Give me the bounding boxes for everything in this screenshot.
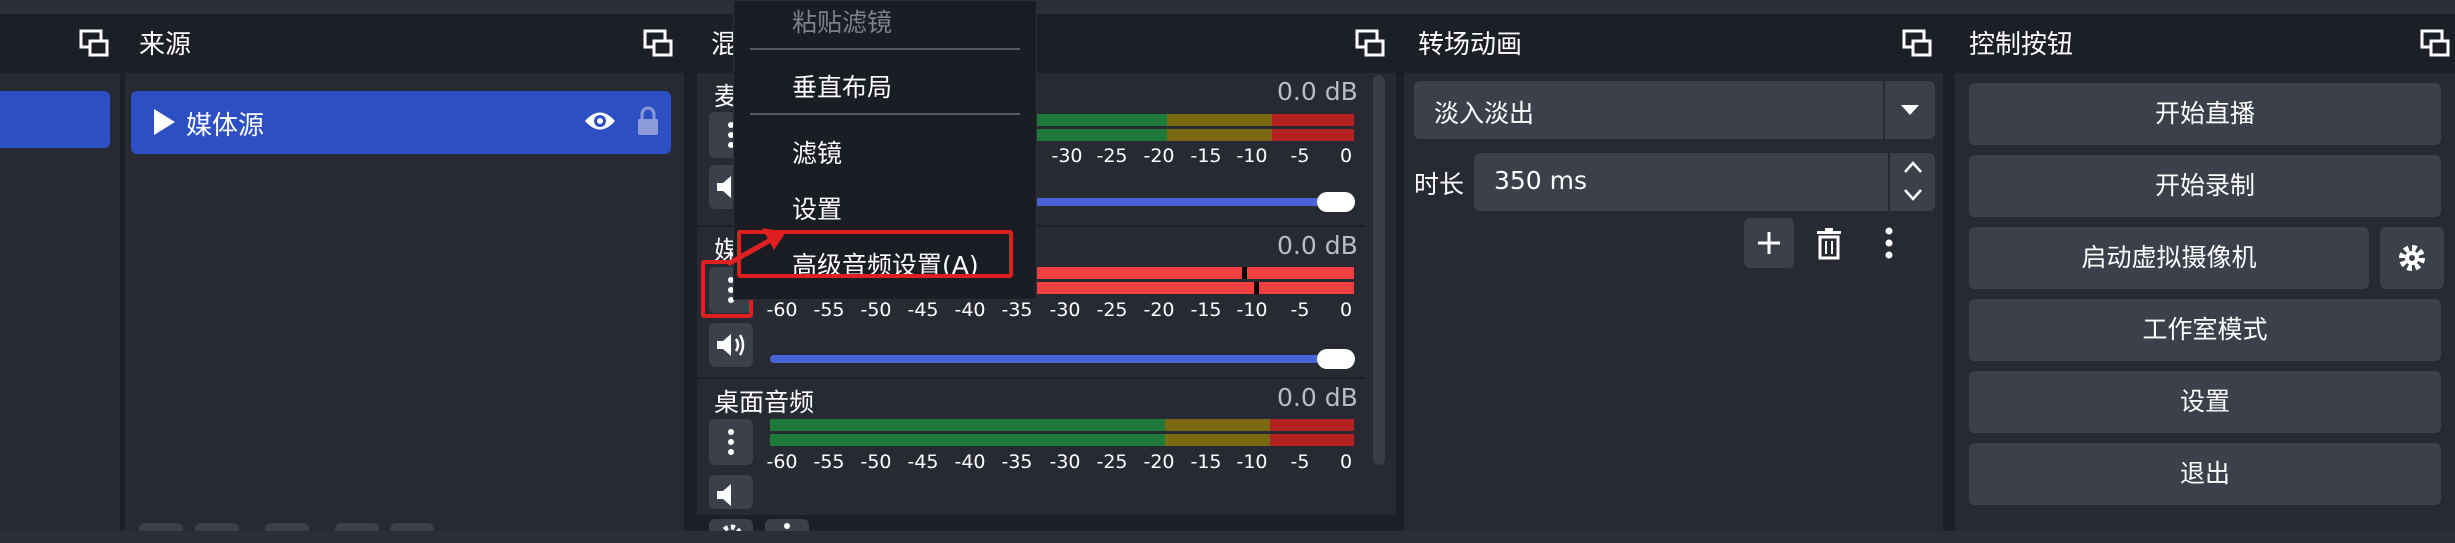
chevron-up-icon[interactable] <box>1902 159 1924 175</box>
add-transition-button[interactable] <box>1744 218 1794 268</box>
trash-icon <box>1817 228 1841 260</box>
volume-slider-knob[interactable] <box>1317 192 1355 212</box>
controls-dock-title: 控制按钮 <box>1955 17 2455 73</box>
volume-meter <box>770 434 1354 446</box>
volume-meter <box>1032 129 1354 141</box>
kebab-icon <box>1885 227 1893 259</box>
channel-db: 0.0 dB <box>1277 77 1358 106</box>
start-streaming-button[interactable]: 开始直播 <box>1969 83 2441 145</box>
remove-transition-button[interactable] <box>1814 228 1844 260</box>
bottom-strip <box>0 531 2455 543</box>
speaker-icon <box>717 334 745 356</box>
lock-icon[interactable] <box>636 105 660 137</box>
volume-slider-knob[interactable] <box>1317 349 1355 369</box>
float-icon[interactable] <box>1354 28 1386 60</box>
duration-value: 350 ms <box>1494 166 1588 195</box>
duration-spinbox[interactable]: 350 ms <box>1474 153 1935 211</box>
transition-menu-button[interactable] <box>1882 226 1896 260</box>
transition-select-value: 淡入淡出 <box>1434 99 1535 128</box>
transitions-dock: 转场动画 淡入淡出 时长 350 ms <box>1404 17 1943 531</box>
float-icon[interactable] <box>1901 28 1933 60</box>
float-icon[interactable] <box>78 28 110 60</box>
mute-button[interactable] <box>709 323 753 367</box>
top-strip <box>0 0 2455 14</box>
float-icon[interactable] <box>642 28 674 60</box>
select-divider <box>1883 81 1885 139</box>
annotation-arrow-icon <box>726 228 786 267</box>
menu-separator <box>750 48 1020 50</box>
exit-button[interactable]: 退出 <box>1969 443 2441 505</box>
start-recording-button[interactable]: 开始录制 <box>1969 155 2441 217</box>
scenes-dock-body <box>0 73 120 531</box>
kebab-icon <box>728 429 734 455</box>
menu-separator <box>750 113 1020 115</box>
controls-body: 开始直播 开始录制 启动虚拟摄像机 工作室模式 设置 退出 <box>1955 73 2455 531</box>
menu-item-paste-filters[interactable]: 粘贴滤镜 <box>792 3 892 39</box>
chevron-down-icon <box>1901 105 1919 115</box>
volume-slider[interactable] <box>1032 198 1332 206</box>
eye-icon[interactable] <box>583 108 617 134</box>
obs-window: 来源 媒体源 混 麦 0.0 dB -30 -25 -20 -15 -10 -5… <box>0 0 2455 543</box>
scenes-dock <box>0 17 120 531</box>
volume-meter <box>770 419 1354 431</box>
transition-select[interactable]: 淡入淡出 <box>1414 81 1935 139</box>
channel-label: 桌面音频 <box>714 388 815 417</box>
source-label: 媒体源 <box>186 111 265 141</box>
gear-icon <box>2399 245 2425 271</box>
duration-label: 时长 <box>1414 170 1465 199</box>
mixer-channel-desktop: 桌面音频 0.0 dB -60 -55 -50 -45 -40 -35 -30 … <box>697 377 1365 529</box>
transitions-body: 淡入淡出 时长 350 ms <box>1404 73 1943 531</box>
play-icon <box>154 109 175 135</box>
virtual-camera-settings-button[interactable] <box>2380 227 2444 289</box>
channel-db: 0.0 dB <box>1277 383 1358 412</box>
plus-icon <box>1758 232 1780 254</box>
mute-button[interactable] <box>709 475 753 509</box>
mixer-scrollbar[interactable] <box>1373 75 1385 465</box>
studio-mode-button[interactable]: 工作室模式 <box>1969 299 2441 361</box>
source-item[interactable]: 媒体源 <box>131 91 671 154</box>
float-icon[interactable] <box>2419 28 2451 60</box>
sources-dock-title: 来源 <box>125 17 684 73</box>
settings-button[interactable]: 设置 <box>1969 371 2441 433</box>
volume-meter <box>1032 114 1354 126</box>
menu-item-properties[interactable]: 设置 <box>792 190 842 226</box>
sources-list: 媒体源 <box>125 73 684 543</box>
volume-slider[interactable] <box>770 355 1330 363</box>
controls-dock: 控制按钮 开始直播 开始录制 启动虚拟摄像机 工作室模式 设置 退出 <box>1955 17 2455 531</box>
channel-db: 0.0 dB <box>1277 231 1358 260</box>
start-virtual-camera-button[interactable]: 启动虚拟摄像机 <box>1969 227 2369 289</box>
selected-scene[interactable] <box>0 91 110 148</box>
chevron-down-icon[interactable] <box>1902 187 1924 203</box>
menu-item-filters[interactable]: 滤镜 <box>792 134 842 170</box>
menu-item-vertical-layout[interactable]: 垂直布局 <box>792 68 892 104</box>
channel-menu-button[interactable] <box>709 419 753 465</box>
sources-dock: 来源 媒体源 <box>125 17 684 543</box>
transitions-dock-title: 转场动画 <box>1404 17 1943 73</box>
speaker-icon <box>717 484 731 506</box>
